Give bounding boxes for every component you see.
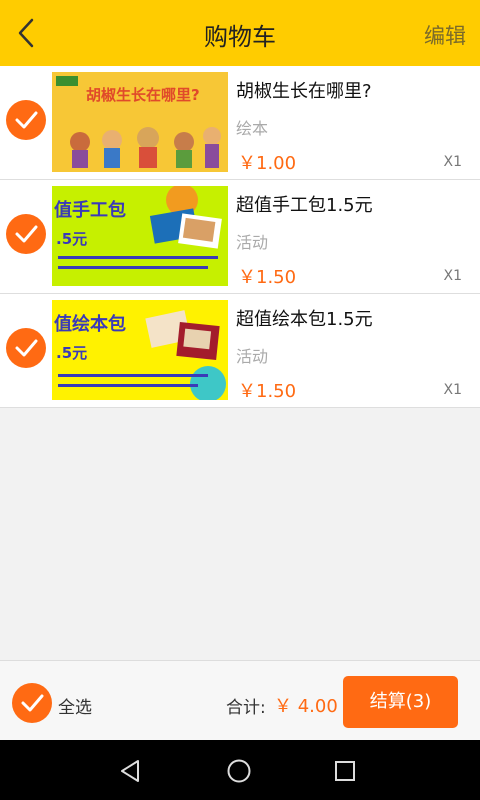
product-quantity: X1 [443, 268, 463, 284]
checkmark-icon [15, 225, 38, 243]
product-name: 胡椒生长在哪里? [236, 81, 372, 102]
thumb-subline: .5元 [56, 230, 87, 248]
product-price: ￥1.50 [238, 381, 297, 402]
edit-button[interactable]: 编辑 [424, 20, 466, 50]
checkmark-icon [15, 339, 38, 357]
thumb-subline: .5元 [56, 344, 87, 362]
product-name: 超值手工包1.5元 [236, 195, 373, 216]
cart-list: 胡椒生长在哪里? 胡椒生长在哪里? 绘本 ￥1.00 X1 值手工包 .5元 超… [0, 66, 480, 408]
product-quantity: X1 [443, 154, 463, 170]
cart-item[interactable]: 值手工包 .5元 超值手工包1.5元 活动 ￥1.50 X1 [0, 180, 480, 294]
checkmark-icon [15, 111, 38, 129]
product-thumbnail[interactable]: 值绘本包 .5元 [52, 300, 228, 400]
nav-recent-button[interactable] [332, 758, 358, 784]
craft-pack-banner: 值手工包 .5元 [52, 186, 228, 286]
checkout-button[interactable]: 结算(3) [343, 676, 458, 728]
item-checkbox[interactable] [6, 100, 46, 140]
square-recent-icon [335, 761, 355, 781]
item-checkbox[interactable] [6, 214, 46, 254]
product-tag: 活动 [236, 233, 269, 252]
item-checkbox[interactable] [6, 328, 46, 368]
product-thumbnail[interactable]: 胡椒生长在哪里? [52, 72, 228, 172]
nav-back-button[interactable] [118, 758, 144, 784]
product-tag: 绘本 [236, 119, 269, 138]
select-all-checkbox[interactable] [12, 683, 52, 723]
checkmark-icon [21, 694, 44, 712]
picture-book-pack-banner: 值绘本包 .5元 [52, 300, 228, 400]
system-nav-bar [0, 740, 480, 800]
top-bar: 购物车 编辑 [0, 0, 480, 66]
total-label: 合计: [226, 698, 266, 718]
total-amount: ￥ 4.00 [274, 696, 338, 717]
product-price: ￥1.50 [238, 267, 297, 288]
checkout-bar: 全选 合计: ￥ 4.00 结算(3) [0, 660, 480, 741]
thumb-headline: 值绘本包 [54, 313, 126, 335]
thumb-headline: 胡椒生长在哪里? [86, 86, 200, 104]
triangle-back-icon [121, 760, 139, 782]
cart-item[interactable]: 胡椒生长在哪里? 胡椒生长在哪里? 绘本 ￥1.00 X1 [0, 66, 480, 180]
circle-home-icon [227, 759, 251, 783]
cart-item[interactable]: 值绘本包 .5元 超值绘本包1.5元 活动 ￥1.50 X1 [0, 294, 480, 408]
product-name: 超值绘本包1.5元 [236, 309, 373, 330]
product-thumbnail[interactable]: 值手工包 .5元 [52, 186, 228, 286]
page-title: 购物车 [204, 23, 276, 51]
picture-book-cover: 胡椒生长在哪里? [52, 72, 228, 172]
product-tag: 活动 [236, 347, 269, 366]
thumb-headline: 值手工包 [54, 199, 126, 221]
product-price: ￥1.00 [238, 153, 297, 174]
nav-home-button[interactable] [226, 758, 252, 784]
product-quantity: X1 [443, 382, 463, 398]
select-all-label[interactable]: 全选 [58, 693, 92, 718]
